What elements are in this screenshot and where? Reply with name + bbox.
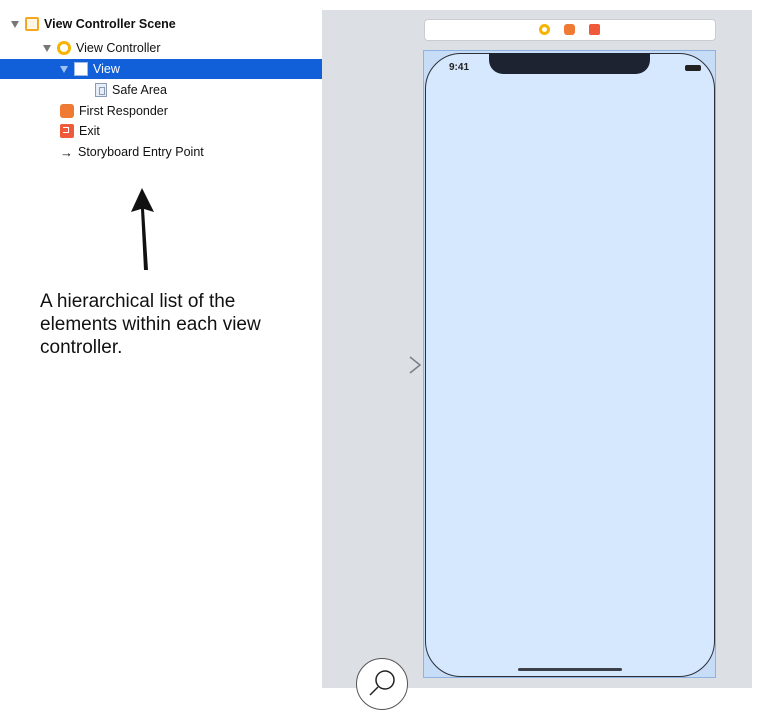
device-screen[interactable] [425, 53, 715, 677]
view-icon [74, 62, 88, 76]
annotation-arrow-icon [131, 188, 154, 270]
outline-item-label: View [93, 62, 120, 76]
entry-arrow-icon: → [60, 144, 73, 160]
outline-item-label: Exit [79, 124, 100, 138]
annotation-text: A hierarchical list of the elements with… [40, 291, 261, 358]
outline-item-label: Safe Area [112, 83, 167, 97]
outline-item-label: View Controller [76, 41, 161, 55]
magnifier-icon [369, 670, 395, 696]
exit-icon[interactable] [589, 24, 600, 35]
storyboard-entry-arrow-icon[interactable] [354, 355, 426, 375]
outline-item-label: First Responder [79, 104, 168, 118]
disclosure-triangle-icon[interactable] [60, 65, 68, 73]
outline-item-label: Storyboard Entry Point [78, 145, 204, 159]
view-controller-icon[interactable] [539, 24, 550, 35]
device-notch [489, 53, 650, 74]
home-indicator [518, 668, 622, 671]
zoom-button[interactable] [356, 658, 408, 710]
first-responder-icon[interactable] [564, 24, 575, 35]
outline-item-view-controller[interactable]: View Controller [0, 38, 365, 58]
view-controller-icon [57, 41, 71, 55]
first-responder-icon [60, 104, 74, 118]
status-bar-time: 9:41 [449, 62, 470, 73]
disclosure-triangle-icon[interactable] [11, 20, 19, 28]
scene-icon [25, 17, 39, 31]
battery-icon [685, 65, 701, 71]
safe-area-icon [95, 83, 107, 97]
disclosure-triangle-icon[interactable] [43, 44, 51, 52]
exit-icon [60, 124, 74, 138]
outline-item-view-controller-scene[interactable]: View Controller Scene [0, 14, 333, 34]
outline-item-label: View Controller Scene [44, 17, 176, 31]
